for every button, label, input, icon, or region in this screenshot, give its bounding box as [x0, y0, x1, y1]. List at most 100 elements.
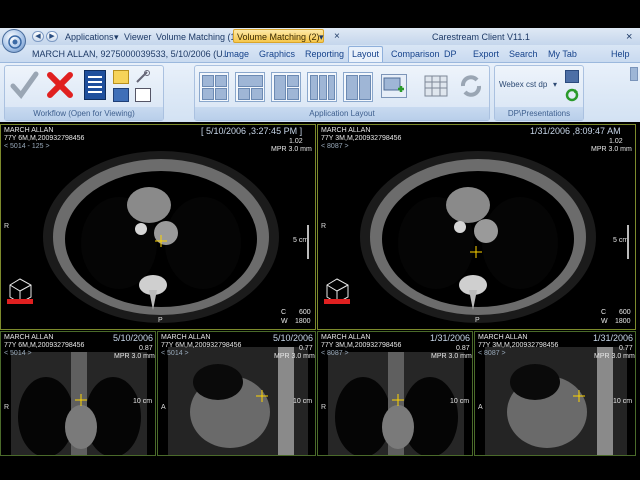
- series-label: < 8087 >: [321, 143, 349, 150]
- sagittal-pane-prior[interactable]: MARCH ALLAN 77Y 3M,M,200932798456 < 8087…: [474, 331, 636, 456]
- dp-dropdown-icon[interactable]: ▾: [553, 78, 563, 92]
- patient-name: MARCH ALLAN: [321, 127, 371, 134]
- dp-presentations-label: DP\Presentations: [495, 107, 583, 120]
- tab-search[interactable]: Search: [509, 47, 538, 61]
- study-date: 1/31/2006 ,8:09:47 AM: [530, 126, 621, 136]
- orientation-p: P: [158, 317, 163, 324]
- save-icon[interactable]: [565, 70, 579, 83]
- workflow-group-label: Workflow (Open for Viewing): [5, 107, 163, 120]
- close-window-icon[interactable]: ×: [626, 31, 632, 43]
- mpr-thickness: MPR 3.0 mm: [591, 146, 632, 153]
- ribbon-tab-row: MARCH ALLAN, 9275000039533, 5/10/2006 (U…: [0, 45, 640, 62]
- width-value: 1800: [615, 318, 631, 325]
- patient-info: MARCH ALLAN, 9275000039533, 5/10/2006 (U…: [32, 49, 228, 59]
- checkmark-icon[interactable]: [9, 70, 39, 102]
- patient-name: MARCH ALLAN: [4, 334, 54, 341]
- forward-arrow-icon[interactable]: ▶: [46, 31, 58, 42]
- coronal-pane-current[interactable]: MARCH ALLAN 77Y 6M,M,200932798456 < 5014…: [0, 331, 156, 456]
- layout-table-icon[interactable]: [423, 74, 449, 98]
- tab-layout[interactable]: Layout: [348, 46, 384, 62]
- layout-grid-icon[interactable]: [307, 72, 337, 102]
- patient-info: 77Y 6M,M,200932798456: [4, 342, 85, 349]
- volume-matching-1-tab[interactable]: Volume Matching (1): [156, 31, 239, 43]
- scale-label: 10 cm: [613, 398, 633, 405]
- orientation-r: R: [321, 223, 327, 230]
- tab-my-tab[interactable]: My Tab: [548, 47, 577, 61]
- zoom-value: 0.87: [456, 345, 470, 352]
- patient-info: 77Y 3M,M,200932798456: [321, 135, 402, 142]
- study-date: [ 5/10/2006 ,3:27:45 PM ]: [201, 126, 303, 136]
- title-bar: ◀ ▶ Applications ▾ Viewer Volume Matchin…: [0, 28, 640, 45]
- orientation-cube-icon[interactable]: [5, 275, 35, 305]
- center-value: 600: [619, 309, 631, 316]
- study-date: 5/10/2006: [273, 333, 314, 343]
- image-viewport-area: MARCH ALLAN 77Y 6M,M,200932798456 < 5014…: [0, 124, 640, 456]
- tab-image[interactable]: Image: [224, 47, 249, 61]
- applications-dropdown-icon[interactable]: ▾: [114, 31, 119, 43]
- axial-ct-image: [43, 151, 279, 323]
- back-arrow-icon[interactable]: ◀: [32, 31, 44, 42]
- axial-pane-prior[interactable]: MARCH ALLAN 77Y 3M,M,200932798456 < 8087…: [317, 124, 636, 330]
- layout-add-icon[interactable]: [381, 74, 407, 98]
- notes-icon[interactable]: [113, 70, 129, 84]
- mpr-thickness: MPR 3.0 mm: [114, 353, 155, 360]
- tab-comparison[interactable]: Comparison: [391, 47, 440, 61]
- red-x-icon[interactable]: [45, 70, 75, 102]
- series-label: < 5014 - 125 >: [4, 143, 50, 150]
- orientation-label: R: [321, 404, 327, 411]
- layout-grid-icon[interactable]: [343, 72, 373, 102]
- volume-matching-2-tab[interactable]: Volume Matching (2): [233, 29, 324, 43]
- letterbox-bottom: [0, 456, 640, 480]
- tools-icon[interactable]: [135, 70, 151, 84]
- scale-label: 10 cm: [450, 398, 470, 405]
- tab-help[interactable]: Help: [611, 47, 630, 61]
- center-label: C: [601, 309, 607, 316]
- refresh-icon[interactable]: [565, 88, 579, 102]
- layout-grid-icon[interactable]: [271, 72, 301, 102]
- zoom-value: 0.77: [299, 345, 313, 352]
- orientation-p: P: [475, 317, 480, 324]
- zoom-value: 1.02: [609, 138, 623, 145]
- patient-name: MARCH ALLAN: [321, 334, 371, 341]
- patient-name: MARCH ALLAN: [161, 334, 211, 341]
- patient-info: 77Y 3M,M,200932798456: [321, 342, 402, 349]
- study-date: 1/31/2006: [593, 333, 634, 343]
- app-orb-icon[interactable]: [2, 29, 26, 53]
- mpr-thickness: MPR 3.0 mm: [271, 146, 312, 153]
- tab-dropdown-icon[interactable]: ▾: [319, 31, 324, 43]
- center-label: C: [281, 309, 287, 316]
- layout-grid-icon[interactable]: [235, 72, 265, 102]
- ribbon-scroll-button[interactable]: [630, 67, 638, 81]
- sagittal-pane-current[interactable]: MARCH ALLAN 77Y 6M,M,200932798456 < 5014…: [157, 331, 316, 456]
- mpr-thickness: MPR 3.0 mm: [431, 353, 472, 360]
- tab-export[interactable]: Export: [473, 47, 499, 61]
- tree-icon[interactable]: [135, 88, 151, 102]
- application-layout-label: Application Layout: [195, 107, 489, 120]
- orientation-label: A: [161, 404, 166, 411]
- orientation-cube-icon[interactable]: [322, 275, 352, 305]
- mpr-thickness: MPR 3.0 mm: [594, 353, 635, 360]
- patient-name: MARCH ALLAN: [4, 127, 54, 134]
- orientation-label: A: [478, 404, 483, 411]
- mpr-thickness: MPR 3.0 mm: [274, 353, 315, 360]
- application-layout-group: Application Layout: [194, 65, 490, 121]
- series-label: < 8087 >: [478, 350, 506, 357]
- viewer-tab[interactable]: Viewer: [124, 31, 151, 43]
- width-value: 1800: [295, 318, 311, 325]
- scale-label: 10 cm: [293, 398, 313, 405]
- layout-swap-icon[interactable]: [457, 72, 485, 100]
- tab-dp[interactable]: DP: [444, 47, 457, 61]
- applications-menu[interactable]: Applications: [65, 31, 114, 43]
- study-date: 5/10/2006: [113, 333, 154, 343]
- patient-info: 77Y 3M,M,200932798456: [478, 342, 559, 349]
- list-icon[interactable]: [84, 70, 106, 100]
- close-tab-icon[interactable]: ×: [334, 31, 340, 43]
- carestream-window: ◀ ▶ Applications ▾ Viewer Volume Matchin…: [0, 28, 640, 456]
- tab-graphics[interactable]: Graphics: [259, 47, 295, 61]
- layout-grid-icon[interactable]: [199, 72, 229, 102]
- coronal-pane-prior[interactable]: MARCH ALLAN 77Y 3M,M,200932798456 < 8087…: [317, 331, 473, 456]
- document-icon[interactable]: [113, 88, 129, 102]
- tab-reporting[interactable]: Reporting: [305, 47, 344, 61]
- axial-pane-current[interactable]: MARCH ALLAN 77Y 6M,M,200932798456 < 5014…: [0, 124, 316, 330]
- window-title: Carestream Client V11.1: [432, 32, 530, 42]
